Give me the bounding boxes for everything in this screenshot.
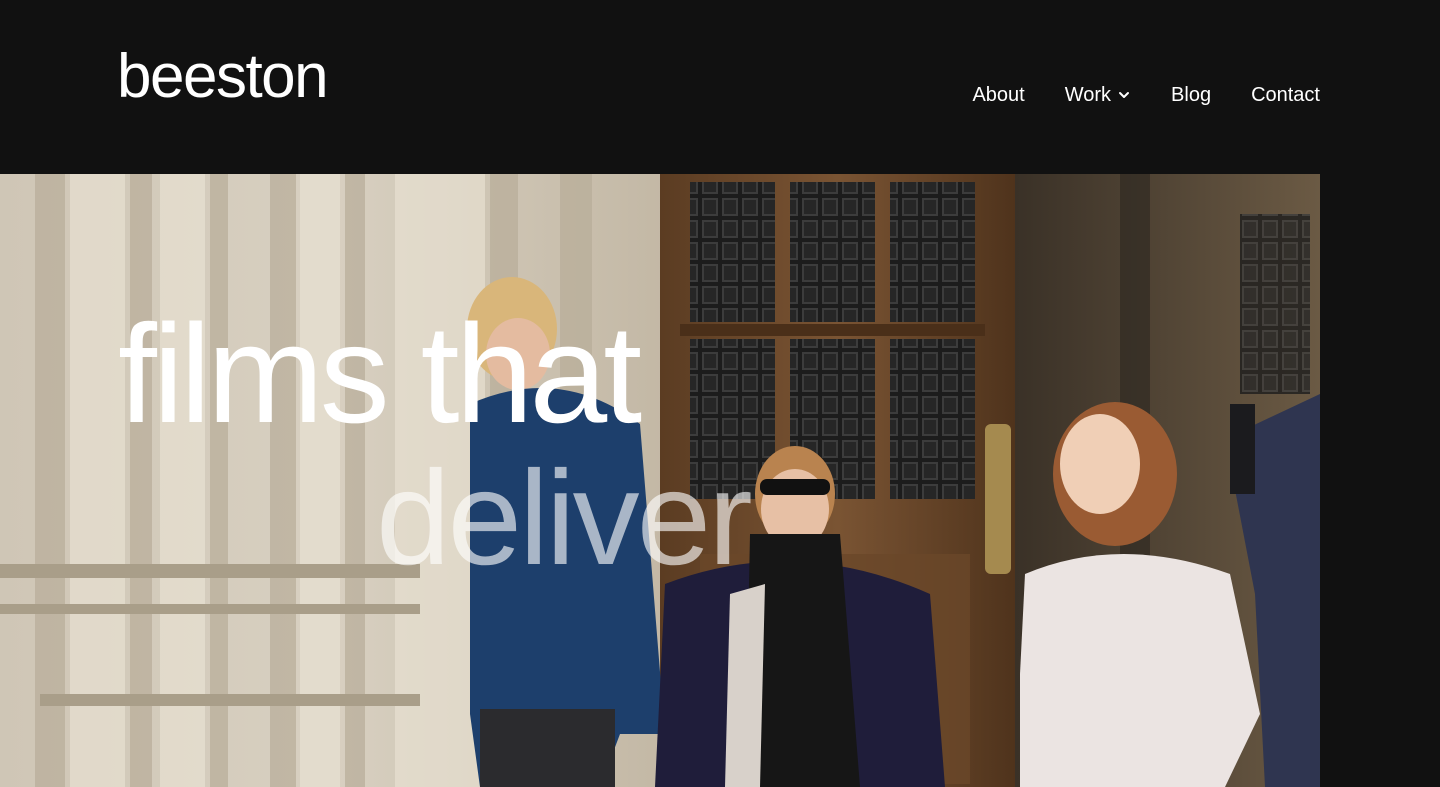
- page: beeston About Work Blog Contact films th…: [0, 0, 1440, 787]
- nav-blog[interactable]: Blog: [1171, 82, 1211, 108]
- chevron-down-icon: [1119, 92, 1130, 98]
- hero-headline-line1: films that: [118, 295, 642, 452]
- nav-work-label: Work: [1064, 84, 1112, 106]
- site-logo[interactable]: beeston: [117, 46, 329, 108]
- site-header: beeston About Work Blog Contact: [0, 0, 1440, 174]
- hero-headline-line2: deliver: [376, 444, 753, 593]
- hero-section: films that deliver: [0, 174, 1320, 787]
- nav-contact[interactable]: Contact: [1251, 82, 1320, 108]
- nav-about-label: About: [972, 84, 1025, 106]
- nav-blog-label: Blog: [1171, 84, 1212, 106]
- nav-contact-label: Contact: [1251, 84, 1320, 106]
- hero-headline: films that deliver: [118, 295, 753, 593]
- main-nav: About Work Blog Contact: [972, 82, 1320, 108]
- nav-about[interactable]: About: [972, 82, 1024, 108]
- nav-work[interactable]: Work: [1065, 82, 1131, 108]
